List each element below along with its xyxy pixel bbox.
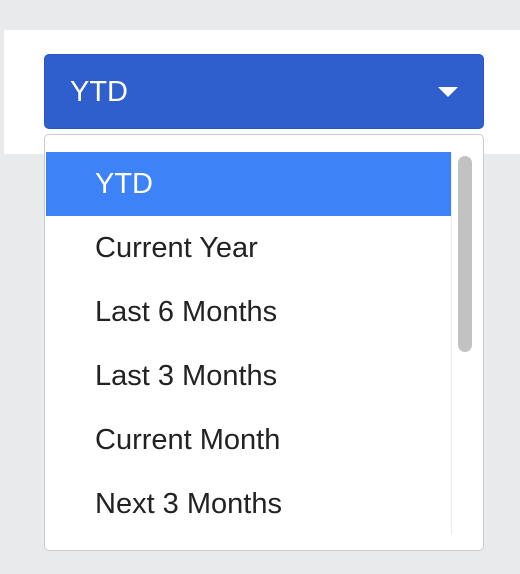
option-current-year[interactable]: Current Year bbox=[46, 216, 452, 280]
period-select-value: YTD bbox=[70, 76, 128, 108]
option-last-3-months[interactable]: Last 3 Months bbox=[46, 344, 452, 408]
options-list: YTD Current Year Last 6 Months Last 3 Mo… bbox=[46, 152, 452, 536]
option-next-3-months[interactable]: Next 3 Months bbox=[46, 472, 452, 536]
option-current-month[interactable]: Current Month bbox=[46, 408, 452, 472]
period-select[interactable]: YTD bbox=[44, 54, 484, 129]
scrollbar-thumb[interactable] bbox=[458, 156, 472, 352]
option-ytd[interactable]: YTD bbox=[46, 152, 452, 216]
dropdown-scrollbar[interactable] bbox=[451, 152, 474, 534]
caret-down-icon bbox=[438, 87, 458, 97]
option-last-6-months[interactable]: Last 6 Months bbox=[46, 280, 452, 344]
period-dropdown-list[interactable]: YTD Current Year Last 6 Months Last 3 Mo… bbox=[44, 134, 484, 551]
